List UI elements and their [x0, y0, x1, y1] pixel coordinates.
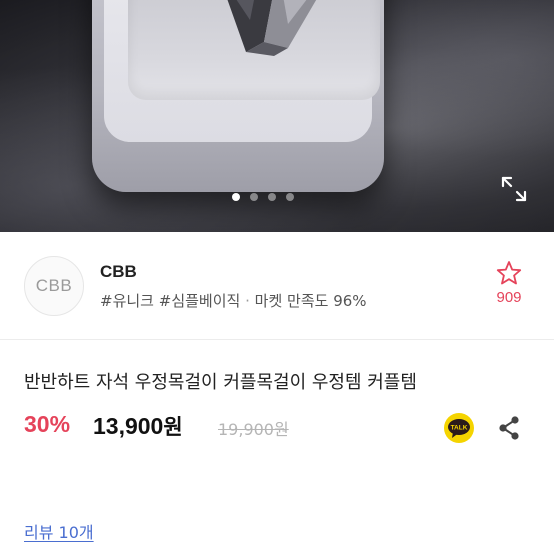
original-price: 19,900원	[218, 420, 289, 439]
discount-rate: 30%	[24, 411, 71, 437]
kakao-talk-label: TALK	[451, 425, 468, 432]
favorite-button[interactable]: 909	[490, 260, 528, 306]
market-satisfaction: 마켓 만족도 96%	[254, 292, 367, 310]
carousel-dot-1[interactable]	[232, 193, 240, 201]
shop-tag[interactable]: #유니크	[100, 292, 154, 310]
sale-price-unit: 원	[163, 415, 183, 439]
shop-tags: #유니크 #심플베이직 · 마켓 만족도 96%	[100, 290, 367, 311]
expand-icon[interactable]	[500, 175, 528, 203]
tag-separator: ·	[245, 292, 250, 310]
shop-logo[interactable]: CBB	[24, 256, 84, 316]
carousel-indicator	[232, 193, 294, 203]
carousel-dot-3[interactable]	[268, 193, 276, 201]
product-image-carousel[interactable]	[0, 0, 554, 232]
shop-logo-text: CBB	[35, 276, 73, 295]
favorite-count: 909	[496, 289, 522, 306]
kakao-talk-icon[interactable]: TALK	[444, 413, 474, 443]
carousel-dot-4[interactable]	[286, 193, 294, 201]
product-title: 반반하트 자석 우정목걸이 커플목걸이 우정템 커플템	[24, 372, 417, 393]
review-count-link[interactable]: 리뷰 10개	[24, 519, 94, 543]
shop-tag[interactable]: #심플베이직	[159, 292, 241, 310]
carousel-dot-2[interactable]	[250, 193, 258, 201]
shop-name[interactable]: CBB	[100, 262, 137, 282]
sale-price-number: 13,900	[93, 413, 164, 439]
pendant-image	[227, 0, 317, 56]
sale-price: 13,900원	[93, 411, 183, 441]
star-outline-icon	[496, 261, 522, 285]
share-icon[interactable]	[496, 414, 522, 442]
section-divider	[0, 339, 554, 340]
